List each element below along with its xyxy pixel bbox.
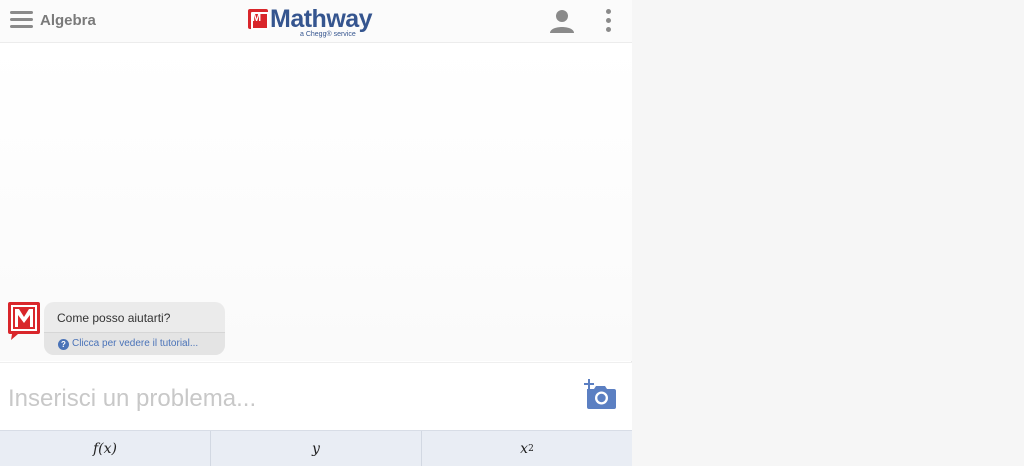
tutorial-link-text: Clicca per vedere il tutorial... xyxy=(72,338,199,349)
bot-message-bubble: Come posso aiutarti? ? Clicca per vedere… xyxy=(44,302,225,355)
problem-input[interactable] xyxy=(8,381,568,417)
top-bar: Algebra M Mathway a Chegg® service xyxy=(0,0,632,43)
more-options-icon[interactable] xyxy=(603,9,613,35)
subject-selector[interactable]: Algebra xyxy=(40,12,96,29)
key-y[interactable]: y xyxy=(211,431,422,466)
key-x-exponent: 2 xyxy=(528,443,534,454)
mathway-app: Algebra M Mathway a Chegg® service Come … xyxy=(0,0,632,466)
camera-add-icon[interactable] xyxy=(583,379,617,409)
mathway-logo-mark-icon: M xyxy=(248,9,269,30)
chat-area: Come posso aiutarti? ? Clicca per vedere… xyxy=(0,43,632,361)
math-keyboard-bar: f(x) y x2 xyxy=(0,430,632,466)
empty-side-panel xyxy=(632,0,1024,466)
user-account-icon[interactable] xyxy=(549,8,575,34)
logo-tagline: a Chegg® service xyxy=(300,31,356,38)
help-icon: ? xyxy=(58,339,69,350)
bot-message-text: Come posso aiutarti? xyxy=(57,311,171,325)
key-y-label: y xyxy=(312,440,320,457)
logo-text: Mathway xyxy=(270,5,373,33)
problem-input-area xyxy=(0,362,632,430)
key-x-squared[interactable]: x2 xyxy=(422,431,632,466)
key-function[interactable]: f(x) xyxy=(0,431,211,466)
mathway-logo[interactable]: M Mathway a Chegg® service xyxy=(248,5,380,40)
hamburger-menu-icon[interactable] xyxy=(10,11,34,31)
key-x-label: x xyxy=(520,440,529,457)
mathway-bot-avatar-icon xyxy=(8,302,40,340)
key-function-label: f(x) xyxy=(92,440,117,457)
tutorial-link[interactable]: ? Clicca per vedere il tutorial... xyxy=(44,332,225,355)
